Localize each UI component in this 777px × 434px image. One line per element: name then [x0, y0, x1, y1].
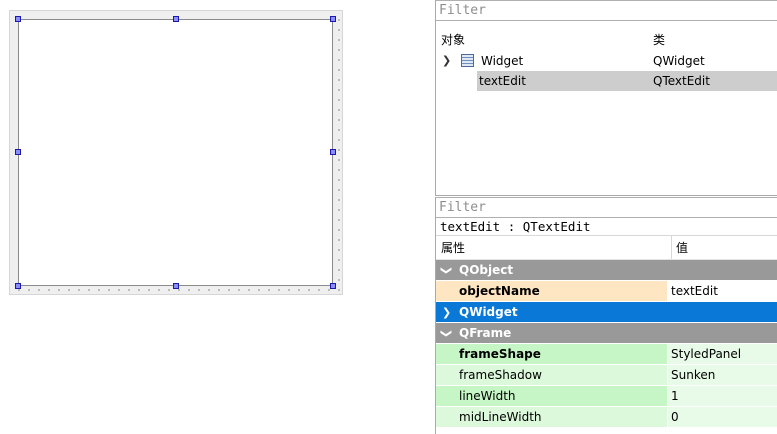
- property-row-frameshape[interactable]: frameShape StyledPanel: [436, 344, 777, 365]
- property-value[interactable]: Sunken: [667, 365, 777, 385]
- property-value[interactable]: 1: [667, 386, 777, 406]
- property-row-linewidth[interactable]: lineWidth 1: [436, 386, 777, 407]
- chevron-right-icon[interactable]: ❯: [442, 302, 451, 323]
- group-label: QWidget: [459, 305, 518, 319]
- column-object[interactable]: 对象: [441, 29, 465, 51]
- resize-handle-top[interactable]: [173, 16, 179, 22]
- tree-row-textedit[interactable]: textEdit QTextEdit: [436, 71, 777, 91]
- resize-handle-bottom[interactable]: [173, 283, 179, 289]
- resize-handle-top-left[interactable]: [15, 16, 21, 22]
- property-label: objectName: [459, 284, 540, 298]
- object-class: QWidget: [653, 54, 705, 68]
- group-label: QFrame: [459, 326, 512, 340]
- property-row-objectname[interactable]: objectName textEdit: [436, 281, 777, 302]
- property-filter-input[interactable]: Filter: [436, 197, 777, 218]
- group-qwidget[interactable]: ❯ QWidget: [436, 302, 777, 323]
- widget-icon: [461, 54, 474, 67]
- property-table-header: 属性 值: [436, 236, 777, 260]
- chevron-down-icon[interactable]: ❯: [442, 51, 451, 71]
- property-label: midLineWidth: [459, 410, 542, 424]
- group-qframe[interactable]: ❯ QFrame: [436, 323, 777, 344]
- resize-handle-right[interactable]: [330, 149, 336, 155]
- resize-handle-left[interactable]: [15, 149, 21, 155]
- tree-row-widget[interactable]: ❯ Widget QWidget: [436, 51, 777, 71]
- property-row-midlinewidth[interactable]: midLineWidth 0: [436, 407, 777, 428]
- object-filter-input[interactable]: Filter: [436, 0, 777, 21]
- property-editor: Filter textEdit : QTextEdit 属性 值 ❯ QObje…: [435, 197, 777, 434]
- object-name: Widget: [481, 54, 524, 68]
- resize-handle-bottom-right[interactable]: [330, 283, 336, 289]
- resize-handle-bottom-left[interactable]: [15, 283, 21, 289]
- group-label: QObject: [459, 263, 514, 277]
- chevron-down-icon[interactable]: ❯: [436, 329, 457, 338]
- property-value[interactable]: textEdit: [667, 281, 777, 301]
- resize-handle-top-right[interactable]: [330, 16, 336, 22]
- object-name: textEdit: [479, 74, 526, 88]
- property-label: frameShadow: [459, 368, 542, 382]
- object-inspector: Filter 对象 类 ❯ Widget QWidget textEdit QT…: [435, 0, 777, 196]
- property-label: frameShape: [459, 347, 541, 361]
- group-qobject[interactable]: ❯ QObject: [436, 260, 777, 281]
- column-value[interactable]: 值: [671, 236, 688, 259]
- property-label: lineWidth: [459, 389, 516, 403]
- text-edit-widget[interactable]: [18, 19, 333, 286]
- property-value[interactable]: StyledPanel: [667, 344, 777, 364]
- object-class: QTextEdit: [653, 74, 710, 88]
- chevron-down-icon[interactable]: ❯: [436, 266, 457, 275]
- property-row-frameshadow[interactable]: frameShadow Sunken: [436, 365, 777, 386]
- column-property[interactable]: 属性: [441, 236, 465, 260]
- column-class[interactable]: 类: [653, 29, 665, 51]
- property-value[interactable]: 0: [667, 407, 777, 427]
- current-object-label: textEdit : QTextEdit: [436, 218, 777, 236]
- object-tree-header: 对象 类: [436, 29, 777, 51]
